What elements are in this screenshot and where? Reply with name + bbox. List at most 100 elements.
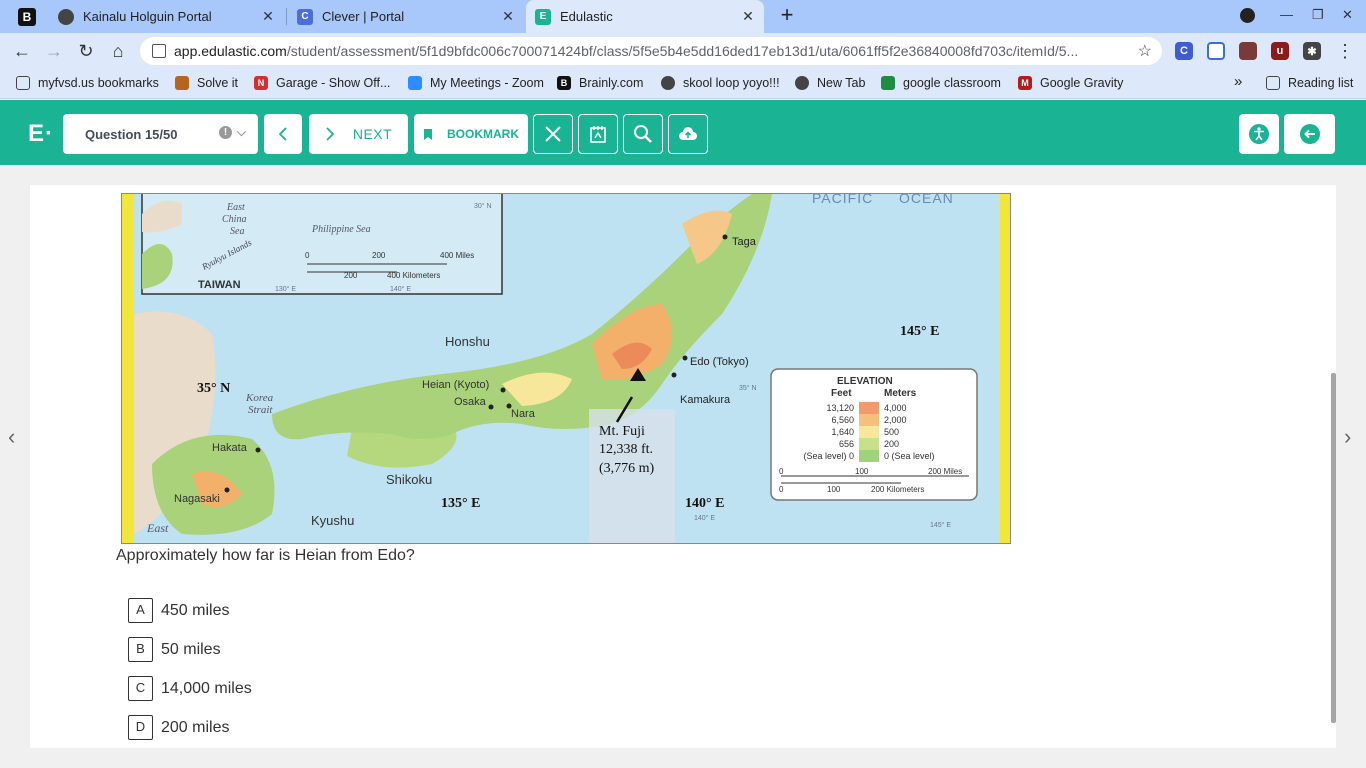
legend-meters-value: 0 (Sea level) <box>884 451 935 461</box>
bookmark-label: BOOKMARK <box>447 127 519 141</box>
legend-swatch <box>859 414 879 426</box>
bookmark-new-tab[interactable]: New Tab <box>795 76 865 90</box>
legend-scale-km-100: 100 <box>827 485 841 494</box>
bookmark-zoom[interactable]: My Meetings - Zoom <box>408 76 544 90</box>
url-path: /student/assessment/5f1d9bfdc006c7000714… <box>286 43 1079 59</box>
bookmarks-bar: myfvsd.us bookmarks Solve it N Garage - S… <box>0 69 1366 99</box>
legend-feet-value: 656 <box>839 439 854 449</box>
paint-extension-icon[interactable] <box>1239 42 1257 60</box>
close-tab-icon[interactable]: ✕ <box>260 8 276 24</box>
bookmark-label: myfvsd.us bookmarks <box>38 76 159 90</box>
home-icon[interactable]: ⌂ <box>107 40 129 62</box>
option-text: 200 miles <box>161 718 230 736</box>
bookmark-button[interactable]: BOOKMARK <box>414 114 528 154</box>
close-tab-icon[interactable]: ✕ <box>740 8 756 24</box>
ublock-extension-icon[interactable]: u <box>1271 42 1289 60</box>
close-window-icon[interactable]: ✕ <box>1342 7 1353 23</box>
eliminate-answer-button[interactable] <box>533 114 573 154</box>
zoom-icon <box>408 76 422 90</box>
map-label-lon140: 140° E <box>685 496 724 511</box>
clever-extension-icon[interactable]: C <box>1175 42 1193 60</box>
bookmark-myfvsd[interactable]: myfvsd.us bookmarks <box>16 76 159 90</box>
legend-meters-value: 4,000 <box>884 403 907 413</box>
tab-title: Clever | Portal <box>322 9 405 24</box>
legend-title: ELEVATION <box>837 376 893 387</box>
legend-meters-value: 2,000 <box>884 415 907 425</box>
extensions-puzzle-icon[interactable]: ✱ <box>1303 42 1321 60</box>
scratchpad-icon <box>590 126 606 143</box>
clever-c-icon: C <box>297 8 313 25</box>
chevron-right-icon <box>326 127 335 141</box>
bookmark-google-classroom[interactable]: google classroom <box>881 76 1001 90</box>
search-icon <box>634 125 652 143</box>
option-key: C <box>128 676 153 701</box>
next-label: NEXT <box>352 126 393 142</box>
address-bar[interactable]: app.edulastic.com/student/assessment/5f1… <box>140 37 1162 65</box>
legend-feet-value: (Sea level) 0 <box>803 451 854 461</box>
bookmarks-overflow[interactable]: » <box>1234 73 1242 90</box>
map-label-lat30: 30° N <box>474 202 492 210</box>
minimize-icon[interactable]: — <box>1280 7 1293 22</box>
bookmark-label: Garage - Show Off... <box>276 76 391 90</box>
legend-scale-miles-0: 0 <box>779 467 784 476</box>
previous-button[interactable] <box>264 114 302 154</box>
edulastic-logo[interactable]: E· <box>28 120 54 148</box>
reload-icon[interactable]: ↻ <box>75 40 97 62</box>
tab-search-icon[interactable]: B <box>18 8 36 26</box>
answer-option-d[interactable]: D 200 miles <box>128 715 229 740</box>
bookmark-star-icon[interactable]: ☆ <box>1138 41 1152 61</box>
bookmark-brainly[interactable]: B Brainly.com <box>557 76 643 90</box>
legend-swatch <box>859 426 879 438</box>
exit-button[interactable] <box>1284 114 1335 154</box>
maximize-icon[interactable]: ❐ <box>1312 7 1324 23</box>
bookmark-google-gravity[interactable]: M Google Gravity <box>1018 76 1123 90</box>
bookmark-label: Brainly.com <box>579 76 644 90</box>
back-icon[interactable]: ← <box>11 40 33 62</box>
tab-clever-portal[interactable]: C Clever | Portal ✕ <box>288 0 524 33</box>
save-cloud-button[interactable] <box>668 114 708 154</box>
option-key: B <box>128 637 153 662</box>
shield-extension-icon[interactable] <box>1207 42 1225 60</box>
tab-edulastic[interactable]: E Edulastic ✕ <box>526 0 764 33</box>
bookmark-label: New Tab <box>817 76 866 90</box>
answer-option-c[interactable]: C 14,000 miles <box>128 676 252 701</box>
gravity-icon: M <box>1018 76 1032 90</box>
map-label-shikoku: Shikoku <box>386 472 432 487</box>
reading-list[interactable]: Reading list <box>1266 76 1353 90</box>
bookmark-label: skool loop yoyo!!! <box>683 76 780 90</box>
tab-strip: B Kainalu Holguin Portal ✕ C Clever | Po… <box>0 0 1366 33</box>
tab-search-dropdown-icon[interactable] <box>1240 8 1255 23</box>
accessibility-button[interactable] <box>1239 114 1279 154</box>
answer-option-b[interactable]: B 50 miles <box>128 637 221 662</box>
legend-feet-value: 13,120 <box>826 403 854 413</box>
tab-kainalu-portal[interactable]: Kainalu Holguin Portal ✕ <box>48 0 284 33</box>
forward-icon[interactable]: → <box>43 40 65 62</box>
chevron-left-icon <box>278 127 287 141</box>
new-tab-icon[interactable]: + <box>776 4 798 27</box>
magnifier-button[interactable] <box>623 114 663 154</box>
map-label-kamakura: Kamakura <box>680 394 731 406</box>
grid-icon <box>175 76 189 90</box>
scrollbar[interactable] <box>1331 373 1336 723</box>
url-domain: app.edulastic.com <box>174 43 287 59</box>
map-label-lon130: 130° E <box>275 285 296 293</box>
accessibility-icon <box>1249 124 1269 144</box>
close-tab-icon[interactable]: ✕ <box>500 8 516 24</box>
answer-option-a[interactable]: A 450 miles <box>128 598 229 623</box>
previous-question-arrow-icon[interactable]: ‹ <box>8 424 15 450</box>
map-label-china: China <box>222 214 246 225</box>
bookmark-label: My Meetings - Zoom <box>430 76 544 90</box>
site-info-icon[interactable] <box>152 44 166 58</box>
browser-menu-icon[interactable]: ⋮ <box>1334 40 1356 62</box>
next-question-arrow-icon[interactable]: › <box>1344 424 1351 450</box>
question-selector[interactable]: Question 15/50 ! ⌵ <box>63 114 258 154</box>
next-button[interactable]: NEXT <box>309 114 408 154</box>
map-label-sea: Sea <box>230 226 244 237</box>
bookmark-skool-loop[interactable]: skool loop yoyo!!! <box>661 76 780 90</box>
map-label-nagasaki: Nagasaki <box>174 493 220 505</box>
bookmark-solve-it[interactable]: Solve it <box>175 76 238 90</box>
japan-map: 0 200 400 Miles 200 400 Kilometers East … <box>121 193 1011 544</box>
bookmark-garage[interactable]: N Garage - Show Off... <box>254 76 390 90</box>
scratchpad-button[interactable] <box>578 114 618 154</box>
map-label-lon145: 145° E <box>900 324 939 339</box>
